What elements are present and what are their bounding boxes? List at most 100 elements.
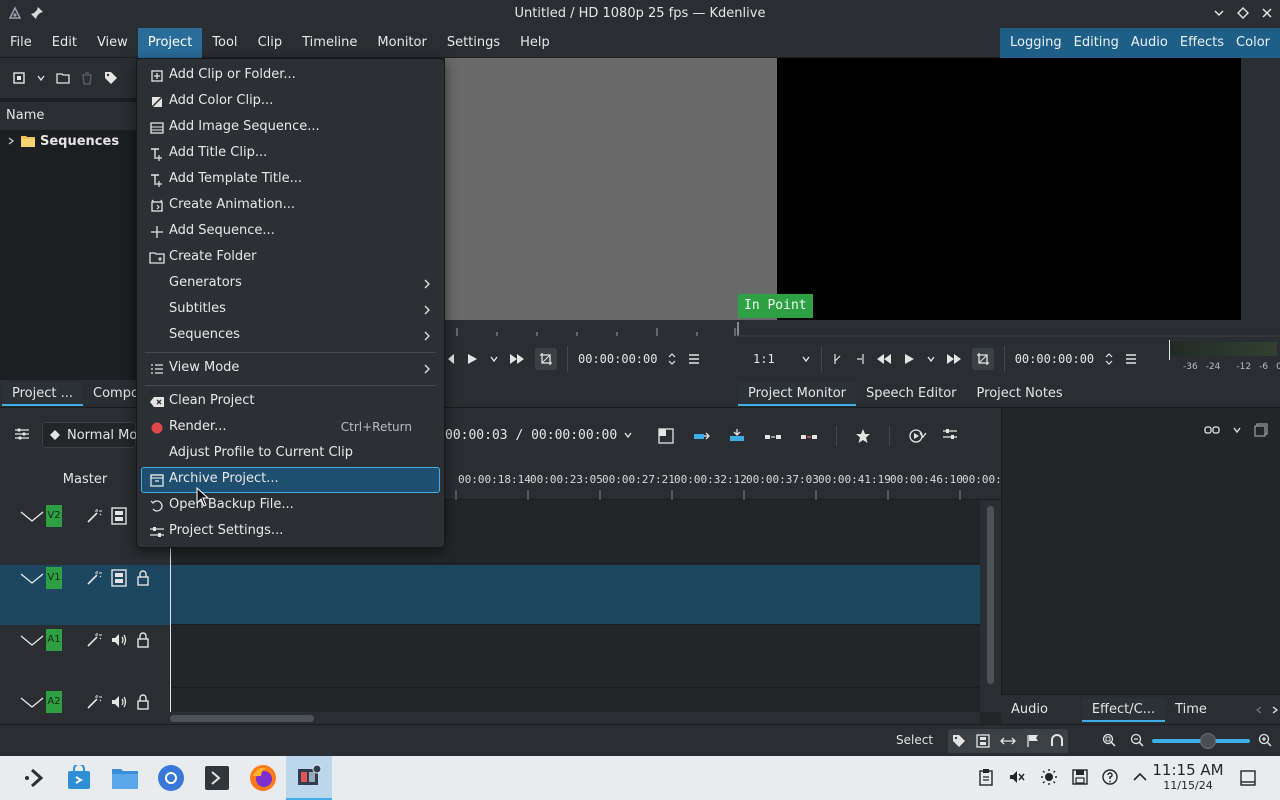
menu-timeline[interactable]: Timeline	[292, 28, 367, 58]
timeline-vertical-scrollbar[interactable]	[980, 500, 1001, 712]
menu-item-create-folder[interactable]: Create Folder	[141, 245, 440, 271]
track-a2[interactable]	[170, 689, 980, 712]
chevron-down-icon[interactable]	[918, 430, 928, 440]
multicam-icon[interactable]	[658, 428, 674, 444]
timeline-horizontal-scrollbar[interactable]	[170, 712, 980, 724]
menu-item-view-mode[interactable]: View Mode	[141, 356, 440, 382]
chevron-down-icon[interactable]	[36, 73, 46, 83]
app-launcher-icon[interactable]	[10, 756, 56, 800]
magnet-icon[interactable]	[1050, 734, 1064, 748]
chevron-down-icon[interactable]	[489, 354, 499, 364]
tab-effect-composition[interactable]: Effect/C...	[1081, 697, 1166, 722]
menu-item-open-backup-file[interactable]: Open Backup File...	[141, 493, 440, 519]
effects-wand-icon[interactable]	[86, 694, 102, 710]
track-label-v2[interactable]: V2	[46, 505, 62, 527]
clip-monitor-ruler[interactable]	[445, 320, 737, 338]
speaker-icon[interactable]	[110, 631, 128, 649]
menu-item-subtitles[interactable]: Subtitles	[141, 297, 440, 323]
chevron-down-icon[interactable]	[801, 354, 811, 364]
menu-item-archive-project[interactable]: Archive Project...	[141, 467, 440, 493]
discover-store-icon[interactable]	[56, 756, 102, 800]
workspace-logging[interactable]: Logging	[1004, 28, 1068, 58]
rewind-icon[interactable]	[876, 352, 892, 366]
workspace-audio[interactable]: Audio	[1124, 28, 1174, 58]
tab-speech-editor[interactable]: Speech Editor	[856, 382, 967, 406]
scrollbar-handle[interactable]	[170, 715, 314, 722]
project-timecode[interactable]: 00:00:00:00	[1015, 352, 1094, 366]
menu-file[interactable]: File	[0, 28, 42, 58]
insert-icon[interactable]	[692, 428, 710, 444]
save-icon[interactable]	[1072, 769, 1088, 785]
delete-icon[interactable]	[80, 71, 94, 85]
timeline-position[interactable]: 00:00:03 / 00:00:00:00	[445, 422, 633, 448]
play-icon[interactable]	[902, 352, 916, 366]
menu-view[interactable]: View	[87, 28, 138, 58]
effects-wand-icon[interactable]	[86, 570, 102, 586]
workspace-color[interactable]: Color	[1230, 28, 1276, 58]
zoom-out-icon[interactable]	[1130, 733, 1144, 747]
menu-item-adjust-profile[interactable]: Adjust Profile to Current Clip	[141, 441, 440, 467]
maximize-icon[interactable]	[1236, 6, 1250, 20]
forward-icon[interactable]	[946, 352, 962, 366]
workspace-effects[interactable]: Effects	[1173, 28, 1231, 58]
favorite-star-icon[interactable]	[855, 428, 871, 444]
track-label-a2[interactable]: A2	[46, 691, 62, 713]
terminal-icon[interactable]	[194, 756, 240, 800]
menu-item-clean-project[interactable]: Clean Project	[141, 389, 440, 415]
tab-project-notes[interactable]: Project Notes	[967, 382, 1073, 406]
link-icon[interactable]	[1204, 424, 1220, 436]
brightness-icon[interactable]	[1040, 768, 1058, 786]
chromium-browser-icon[interactable]	[148, 756, 194, 800]
menu-monitor[interactable]: Monitor	[367, 28, 436, 58]
effects-wand-icon[interactable]	[86, 632, 102, 648]
spin-icon[interactable]	[667, 352, 677, 366]
rewind-icon[interactable]	[445, 352, 455, 366]
add-clip-icon[interactable]	[12, 71, 26, 85]
menu-item-add-color-clip[interactable]: Add Color Clip...	[141, 89, 440, 115]
menu-item-add-template-title[interactable]: Add Template Title...	[141, 167, 440, 193]
scrollbar-handle[interactable]	[987, 506, 994, 684]
play-icon[interactable]	[465, 352, 479, 366]
crop-icon[interactable]	[535, 348, 557, 370]
clock[interactable]: 11:15 AM 11/15/24	[1150, 762, 1226, 793]
menu-tool[interactable]: Tool	[202, 28, 247, 58]
project-monitor-view[interactable]	[777, 58, 1241, 320]
lift-icon[interactable]	[764, 428, 782, 444]
chevron-up-icon[interactable]	[1132, 769, 1148, 785]
timeline-settings-icon[interactable]	[942, 426, 958, 442]
firefox-icon[interactable]	[240, 756, 286, 800]
flag-icon[interactable]	[1026, 734, 1040, 748]
lock-icon[interactable]	[136, 569, 150, 587]
set-out-icon[interactable]	[854, 352, 866, 366]
hamburger-menu-icon[interactable]	[687, 352, 701, 366]
bin-folder-sequences[interactable]: Sequences	[6, 130, 119, 152]
close-icon[interactable]	[1260, 6, 1274, 20]
menu-item-add-sequence[interactable]: Add Sequence...	[141, 219, 440, 245]
volume-muted-icon[interactable]	[1008, 768, 1026, 786]
project-monitor-ruler[interactable]	[737, 320, 1280, 338]
extract-icon[interactable]	[800, 428, 818, 444]
crop-icon[interactable]	[971, 348, 994, 370]
set-in-icon[interactable]	[832, 352, 844, 366]
lock-icon[interactable]	[136, 693, 150, 711]
track-header-a1[interactable]: A1	[20, 629, 150, 651]
track-header-a2[interactable]: A2	[20, 691, 150, 713]
bin-column-header[interactable]: Name	[0, 102, 136, 130]
menu-project[interactable]: Project	[137, 27, 203, 58]
lock-icon[interactable]	[136, 631, 150, 649]
chevron-right-icon[interactable]	[6, 136, 16, 146]
workspace-editing[interactable]: Editing	[1067, 28, 1125, 58]
new-folder-icon[interactable]	[56, 71, 70, 85]
clipboard-icon[interactable]	[978, 768, 994, 786]
hamburger-menu-icon[interactable]	[1124, 352, 1138, 366]
menu-settings[interactable]: Settings	[437, 28, 510, 58]
undock-icon[interactable]	[1254, 423, 1268, 437]
track-header-v1[interactable]: V1	[20, 567, 150, 589]
collapse-icon[interactable]	[20, 695, 44, 709]
menu-item-project-settings[interactable]: Project Settings...	[141, 519, 440, 545]
menu-item-add-title-clip[interactable]: Add Title Clip...	[141, 141, 440, 167]
tag-icon[interactable]	[104, 71, 118, 85]
menu-help[interactable]: Help	[510, 28, 560, 58]
film-icon[interactable]	[110, 569, 128, 587]
menu-item-render[interactable]: Render... Ctrl+Return	[141, 415, 440, 441]
